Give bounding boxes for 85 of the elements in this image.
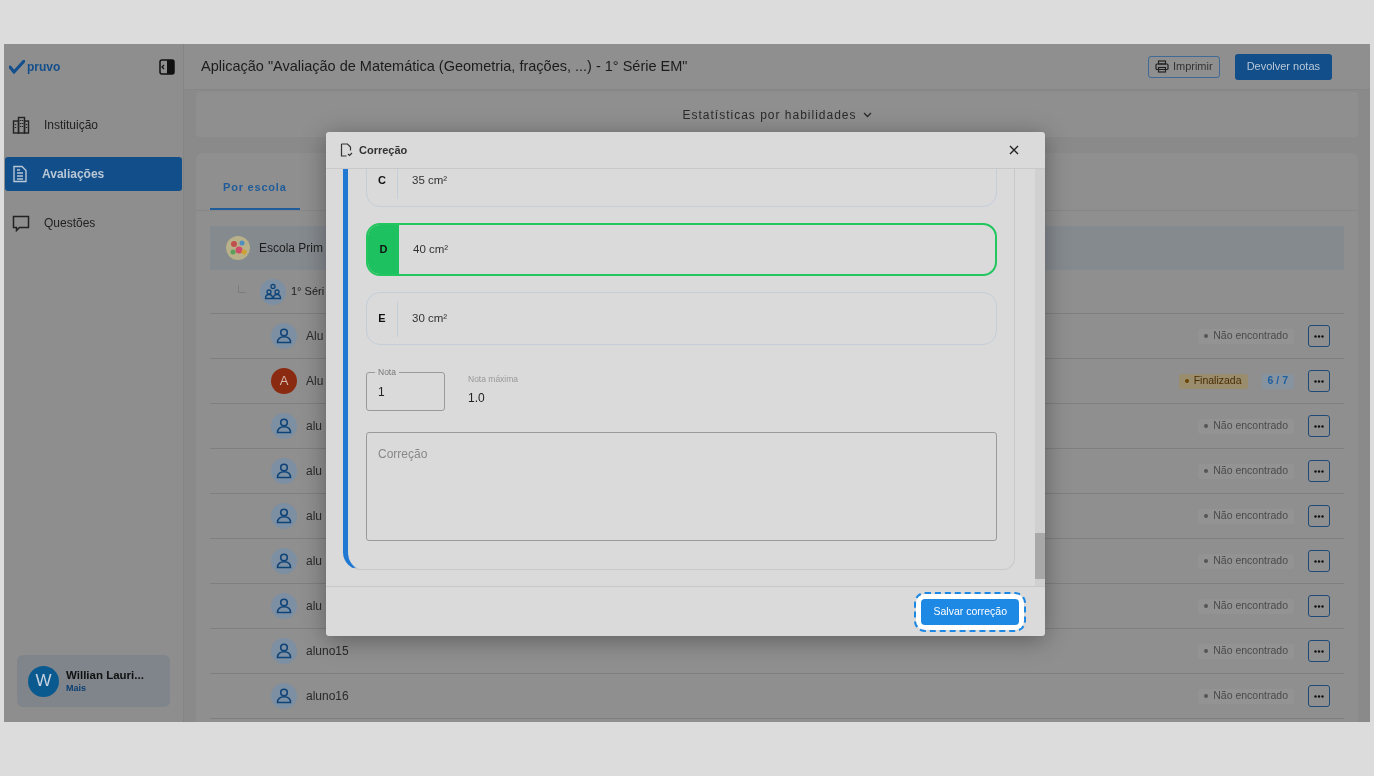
return-grades-button[interactable]: Devolver notas bbox=[1234, 53, 1332, 80]
dialog-title: Correção bbox=[359, 142, 408, 158]
close-icon[interactable] bbox=[1009, 145, 1019, 155]
more-icon bbox=[1314, 469, 1324, 473]
logo-text: pruvo bbox=[27, 61, 61, 73]
document-icon bbox=[12, 165, 28, 183]
user-avatar: W bbox=[28, 665, 59, 697]
student-name: alu bbox=[306, 553, 322, 570]
sidebar-toggle-icon[interactable] bbox=[159, 59, 175, 75]
person-avatar-icon bbox=[271, 548, 297, 574]
student-avatar: A bbox=[271, 368, 297, 394]
user-name: Willian Lauri... bbox=[66, 668, 144, 682]
option-letter: C bbox=[378, 173, 386, 189]
person-avatar-icon bbox=[271, 503, 297, 529]
student-name: alu bbox=[306, 598, 322, 615]
status-badge: Finalizada bbox=[1178, 373, 1248, 389]
more-icon bbox=[1314, 559, 1324, 563]
more-button[interactable] bbox=[1308, 415, 1330, 437]
more-icon bbox=[1314, 334, 1324, 338]
more-icon bbox=[1314, 649, 1324, 653]
stats-toggle[interactable]: Estatísticas por habilidades bbox=[196, 92, 1358, 137]
person-avatar-icon bbox=[271, 458, 297, 484]
answer-option[interactable]: C 35 cm² bbox=[366, 169, 997, 207]
user-card[interactable]: W Willian Lauri... Mais bbox=[17, 655, 170, 707]
correction-textarea[interactable]: Correção bbox=[366, 432, 997, 541]
student-name: Alu bbox=[306, 373, 324, 390]
more-button[interactable] bbox=[1308, 685, 1330, 707]
more-button[interactable] bbox=[1308, 460, 1330, 482]
class-name: 1° Séri bbox=[291, 284, 325, 300]
more-button[interactable] bbox=[1308, 370, 1330, 392]
more-button[interactable] bbox=[1308, 325, 1330, 347]
page-title: Aplicação "Avaliação de Matemática (Geometria, frações, ...) - 1° Série EM" bbox=[201, 56, 688, 76]
chat-icon bbox=[12, 214, 30, 232]
status-badge: Não encontrado bbox=[1198, 553, 1294, 569]
more-icon bbox=[1314, 694, 1324, 698]
chevron-down-icon bbox=[862, 111, 872, 118]
score-badge: 6 / 7 bbox=[1261, 373, 1294, 389]
status-badge: Não encontrado bbox=[1198, 598, 1294, 614]
status-badge: Não encontrado bbox=[1198, 463, 1294, 479]
student-name: alu bbox=[306, 508, 322, 525]
school-name: Escola Prim bbox=[259, 240, 323, 257]
answer-option[interactable]: D 40 cm² bbox=[366, 223, 997, 276]
option-text: 35 cm² bbox=[412, 172, 448, 188]
more-icon bbox=[1314, 514, 1324, 518]
student-name: alu bbox=[306, 418, 322, 435]
person-avatar-icon bbox=[271, 593, 297, 619]
more-button[interactable] bbox=[1308, 505, 1330, 527]
more-icon bbox=[1314, 604, 1324, 608]
status-badge: Não encontrado bbox=[1198, 418, 1294, 434]
checkmark-logo-icon bbox=[9, 60, 25, 74]
group-icon bbox=[260, 278, 286, 305]
student-name: aluno16 bbox=[306, 688, 349, 705]
status-badge: Não encontrado bbox=[1198, 643, 1294, 659]
document-check-icon bbox=[340, 143, 353, 157]
person-avatar-icon bbox=[271, 683, 297, 709]
more-button[interactable] bbox=[1308, 550, 1330, 572]
answer-option[interactable]: E 30 cm² bbox=[366, 292, 997, 345]
status-badge: Não encontrado bbox=[1198, 508, 1294, 524]
more-button[interactable] bbox=[1308, 640, 1330, 662]
person-avatar-icon bbox=[271, 323, 297, 349]
student-name: alu bbox=[306, 463, 322, 480]
nav-item[interactable]: Instituição bbox=[5, 108, 182, 142]
person-avatar-icon bbox=[271, 413, 297, 439]
printer-icon bbox=[1154, 60, 1169, 73]
nav-item[interactable]: Avaliações bbox=[5, 157, 182, 191]
status-badge: Não encontrado bbox=[1198, 328, 1294, 344]
building-icon bbox=[12, 116, 30, 134]
scrollbar[interactable] bbox=[1035, 169, 1045, 586]
option-letter: E bbox=[378, 311, 386, 327]
school-logo-icon bbox=[225, 235, 251, 261]
more-button[interactable] bbox=[1308, 595, 1330, 617]
student-name: aluno15 bbox=[306, 643, 349, 660]
more-link[interactable]: Mais bbox=[66, 682, 144, 694]
student-name: Alu bbox=[306, 328, 324, 345]
print-button[interactable]: Imprimir bbox=[1147, 55, 1220, 78]
status-badge: Não encontrado bbox=[1198, 688, 1294, 704]
person-avatar-icon bbox=[271, 638, 297, 664]
nav-item[interactable]: Questões bbox=[5, 206, 182, 240]
option-text: 40 cm² bbox=[413, 241, 449, 257]
more-icon bbox=[1314, 379, 1324, 383]
option-letter: D bbox=[379, 242, 388, 258]
student-row[interactable]: aluno16 Não encontrado bbox=[210, 674, 1344, 719]
more-icon bbox=[1314, 424, 1324, 428]
option-text: 30 cm² bbox=[412, 310, 448, 326]
max-grade-value: 1.0 bbox=[468, 389, 486, 407]
